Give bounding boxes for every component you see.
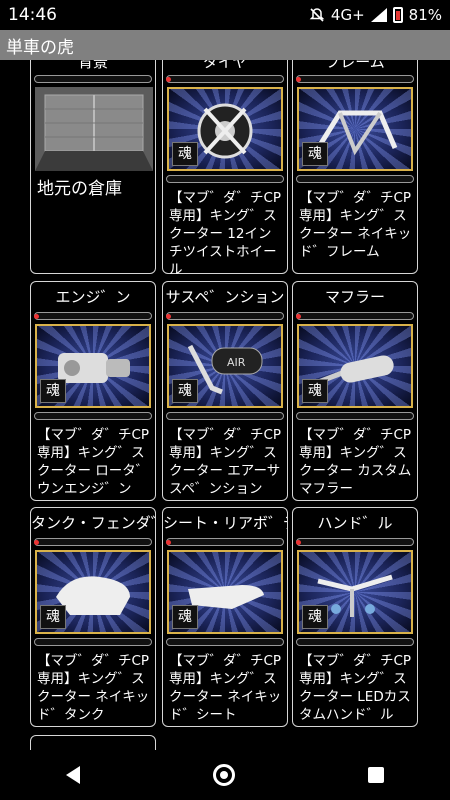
progress-bar — [166, 638, 284, 646]
progress-bar — [296, 75, 414, 83]
status-dot — [34, 314, 39, 319]
progress-bar — [34, 412, 152, 420]
card-description: 【マブ゛ダ゛チCP専用】キング゛スクーター ロータ゛ウンエンジ゛ン — [37, 427, 150, 497]
card-description: 【マブ゛ダ゛チCP専用】キング゛スクーター LEDカスタムハンド゛ル — [299, 653, 412, 723]
card-image — [35, 87, 153, 171]
card-title: タンク・フェンダ゛ー — [31, 514, 155, 532]
part-card-tank[interactable]: タンク・フェンダ゛ー 魂 【マブ゛ダ゛チCP専用】キング゛スクーター ネイキッド… — [30, 507, 156, 727]
progress-bar — [166, 412, 284, 420]
status-dot — [296, 540, 301, 545]
system-nav-bar — [0, 750, 450, 800]
brand-logo: 魂 — [40, 605, 66, 629]
card-title: マフラー — [324, 288, 385, 306]
part-card-tire[interactable]: タイヤ 魂 【マブ゛ダ゛チCP専用】キング゛スクーター 12インチツイストホイー… — [162, 60, 288, 278]
part-card-handle[interactable]: ハンド゛ル 魂 【マブ゛ダ゛チCP専用】キング゛スクーター LEDカスタムハンド… — [292, 507, 418, 727]
recents-icon[interactable] — [367, 767, 384, 783]
status-dot — [34, 540, 39, 545]
brand-logo: 魂 — [40, 379, 66, 403]
card-image: 魂 — [167, 87, 283, 171]
part-card-muffler[interactable]: マフラー 魂 【マブ゛ダ゛チCP専用】キング゛スクーター カスタムマフラー — [292, 281, 418, 501]
part-card-engine[interactable]: エンジ゛ン 魂 【マブ゛ダ゛チCP専用】キング゛スクーター ロータ゛ウンエンジ゛… — [30, 281, 156, 501]
card-title: 背景 — [77, 60, 108, 71]
card-title: ハンド゛ル — [317, 514, 393, 532]
card-image: 魂 — [35, 324, 151, 408]
status-bar: 14:46 4G+ 81% — [0, 0, 450, 30]
progress-bar — [34, 75, 152, 83]
card-title: フレーム — [325, 60, 385, 71]
card-description: 【マブ゛ダ゛チCP専用】キング゛スクーター ネイキッド゛タンク — [37, 653, 150, 723]
card-title: サスペ゛ンション — [165, 288, 285, 306]
card-image: 魂 — [297, 324, 413, 408]
status-dot — [296, 77, 301, 82]
card-image: 魂 — [297, 87, 413, 171]
progress-bar — [34, 312, 152, 320]
battery-icon — [392, 7, 403, 23]
progress-bar — [296, 412, 414, 420]
progress-bar — [166, 175, 284, 183]
status-time: 14:46 — [8, 5, 57, 25]
brand-logo: 魂 — [172, 379, 198, 403]
status-dot — [166, 540, 171, 545]
card-description: 地元の倉庫 — [37, 179, 122, 199]
progress-bar — [166, 312, 284, 320]
part-card-suspension[interactable]: サスペ゛ンション AIR 魂 【マブ゛ダ゛チCP専用】キング゛スクーター エアー… — [162, 281, 288, 501]
progress-bar — [296, 175, 414, 183]
part-card-background[interactable]: 背景 地元の倉庫 — [30, 60, 156, 274]
card-title: シート・リアボ゛デ゛ィ — [163, 514, 287, 532]
progress-bar — [166, 538, 284, 546]
card-description: 【マブ゛ダ゛チCP専用】キング゛スクーター ネイキッド゛シート — [169, 653, 282, 723]
status-icons: 4G+ 81% — [309, 6, 442, 24]
svg-text:AIR: AIR — [227, 356, 246, 369]
status-dot — [166, 77, 171, 82]
signal-icon — [370, 8, 387, 22]
part-card-next[interactable] — [30, 735, 156, 750]
card-title: タイヤ — [202, 60, 248, 71]
status-dot — [166, 314, 171, 319]
card-image: 魂 — [35, 550, 151, 634]
brand-logo: 魂 — [302, 142, 328, 166]
notifications-off-icon — [309, 8, 325, 22]
card-description: 【マブ゛ダ゛チCP専用】キング゛スクーター カスタムマフラー — [299, 427, 412, 497]
home-icon[interactable] — [212, 764, 235, 786]
part-card-frame[interactable]: フレーム 魂 【マブ゛ダ゛チCP専用】キング゛スクーター ネイキッド゛フレーム — [292, 60, 418, 274]
card-image: 魂 — [167, 550, 283, 634]
progress-bar — [166, 75, 284, 83]
back-icon[interactable] — [66, 766, 81, 784]
brand-logo: 魂 — [172, 142, 198, 166]
app-bar: 単車の虎 — [0, 30, 450, 60]
brand-logo: 魂 — [172, 605, 198, 629]
app-title: 単車の虎 — [6, 37, 74, 58]
progress-bar — [296, 638, 414, 646]
progress-bar — [296, 312, 414, 320]
parts-grid[interactable]: 背景 地元の倉庫 タイヤ 魂 【マブ゛ダ゛チCP専用】キング゛スクーター 12イ… — [0, 60, 450, 750]
brand-logo: 魂 — [302, 379, 328, 403]
network-type: 4G+ — [330, 6, 365, 24]
card-description: 【マブ゛ダ゛チCP専用】キング゛スクーター ネイキッド゛フレーム — [299, 190, 412, 260]
part-card-seat[interactable]: シート・リアボ゛デ゛ィ 魂 【マブ゛ダ゛チCP専用】キング゛スクーター ネイキッ… — [162, 507, 288, 727]
card-image: AIR 魂 — [167, 324, 283, 408]
status-dot — [296, 314, 301, 319]
battery-percent: 81% — [408, 6, 442, 24]
progress-bar — [34, 538, 152, 546]
card-image: 魂 — [297, 550, 413, 634]
progress-bar — [296, 538, 414, 546]
progress-bar — [34, 638, 152, 646]
warehouse-image — [35, 87, 153, 171]
brand-logo: 魂 — [302, 605, 328, 629]
card-description: 【マブ゛ダ゛チCP専用】キング゛スクーター エアーサスペ゛ンション — [169, 427, 282, 497]
card-title: エンジ゛ン — [55, 288, 131, 306]
card-description: 【マブ゛ダ゛チCP専用】キング゛スクーター 12インチツイストホイール — [169, 190, 282, 278]
